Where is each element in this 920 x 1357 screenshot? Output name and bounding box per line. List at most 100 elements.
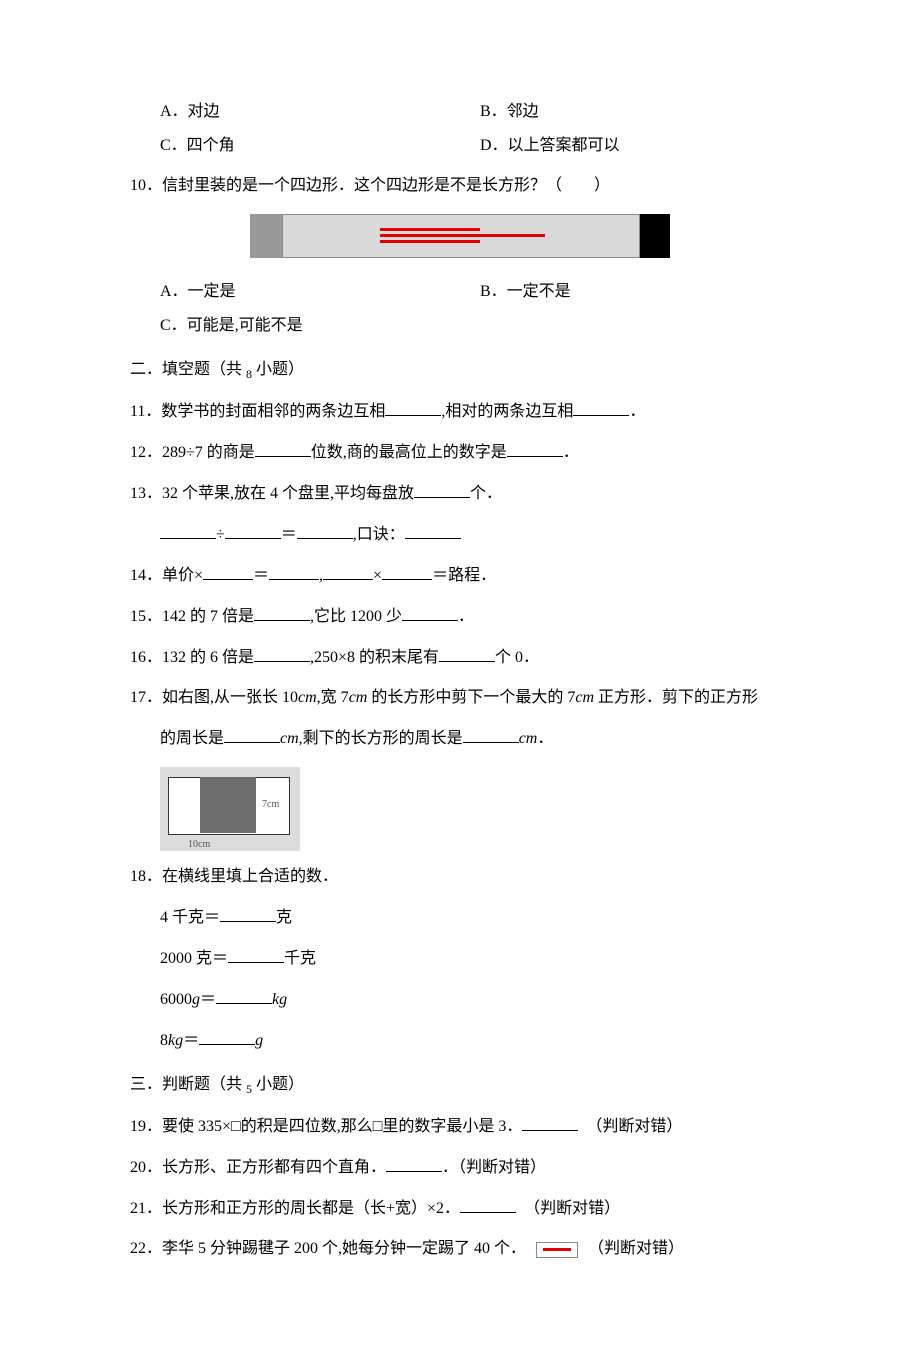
q17-cm1: cm bbox=[298, 689, 317, 706]
envelope-icon bbox=[250, 214, 670, 258]
section3-title-b: 小题） bbox=[252, 1076, 304, 1093]
q18-l3a: 6000 bbox=[160, 991, 192, 1008]
q17-d: 正方形．剪下的正方形 bbox=[594, 689, 758, 706]
q13-blank1[interactable] bbox=[414, 481, 470, 498]
q18-blank1[interactable] bbox=[220, 905, 276, 922]
q14-blank1[interactable] bbox=[203, 563, 253, 580]
q17-a: 17．如右图,从一张长 10 bbox=[130, 689, 298, 706]
q18-l1: 4 千克＝ 克 bbox=[130, 905, 790, 930]
q16-c: 个 0． bbox=[495, 649, 539, 666]
q13-b: 个． bbox=[470, 485, 502, 502]
q21-blank[interactable] bbox=[460, 1196, 516, 1213]
section2-title-a: 二．填空题（共 bbox=[130, 361, 246, 378]
q18-l3: 6000g＝ kg bbox=[130, 987, 790, 1012]
q17-e: 的周长是 bbox=[160, 730, 224, 747]
q14-blank3[interactable] bbox=[323, 563, 373, 580]
q9-options-row1: A．对边 B．邻边 bbox=[130, 100, 790, 124]
q17-cm5: cm bbox=[519, 730, 538, 747]
q12: 12．289÷7 的商是位数,商的最高位上的数字是． bbox=[130, 440, 790, 465]
q20-b: ．（判断对错） bbox=[442, 1159, 546, 1176]
q17-line2: 的周长是cm,剩下的长方形的周长是cm． bbox=[130, 726, 790, 751]
q12-c: ． bbox=[563, 444, 579, 461]
q18-l3kg: kg bbox=[272, 991, 287, 1008]
q17-fig-10cm: 10cm bbox=[188, 837, 210, 852]
q17-cm3: cm bbox=[575, 689, 594, 706]
q11-blank2[interactable] bbox=[573, 399, 629, 416]
q18-blank3[interactable] bbox=[216, 987, 272, 1004]
q17-line1: 17．如右图,从一张长 10cm,宽 7cm 的长方形中剪下一个最大的 7cm … bbox=[130, 686, 790, 710]
section3-title: 三．判断题（共 5 小题） bbox=[130, 1073, 790, 1098]
q18-l2: 2000 克＝千克 bbox=[130, 946, 790, 971]
q12-blank2[interactable] bbox=[507, 440, 563, 457]
q18-blank4[interactable] bbox=[199, 1028, 255, 1045]
q14-a: 14．单价× bbox=[130, 567, 203, 584]
q11-c: ． bbox=[629, 403, 645, 420]
q12-blank1[interactable] bbox=[255, 440, 311, 457]
q12-a: 12．289÷7 的商是 bbox=[130, 444, 255, 461]
q22-tf: （判断对错） bbox=[588, 1240, 684, 1257]
q10-option-c: C．可能是,可能不是 bbox=[160, 314, 480, 338]
q18-l1b: 克 bbox=[276, 909, 292, 926]
q14: 14．单价×＝,×＝路程． bbox=[130, 563, 790, 588]
q16-a: 16．132 的 6 倍是 bbox=[130, 649, 254, 666]
q22: 22．李华 5 分钟踢毽子 200 个,她每分钟一定踢了 40 个． （判断对错… bbox=[130, 1237, 790, 1261]
q13-blank3[interactable] bbox=[225, 522, 281, 539]
q14-e: ＝路程． bbox=[432, 567, 496, 584]
q20-blank[interactable] bbox=[386, 1155, 442, 1172]
q9-option-b: B．邻边 bbox=[480, 100, 800, 124]
q22-figure-icon bbox=[536, 1242, 578, 1258]
q17-blank1[interactable] bbox=[224, 726, 280, 743]
q21: 21．长方形和正方形的周长都是（长+宽）×2． （判断对错） bbox=[130, 1196, 790, 1221]
q17-c: 的长方形中剪下一个最大的 7 bbox=[367, 689, 575, 706]
section2-title: 二．填空题（共 8 小题） bbox=[130, 358, 790, 383]
q14-b: ＝ bbox=[253, 567, 269, 584]
q14-d: × bbox=[373, 567, 382, 584]
q19: 19．要使 335×□的积是四位数,那么□里的数字最小是 3． （判断对错） bbox=[130, 1114, 790, 1139]
q18-l3g: g bbox=[192, 991, 200, 1008]
q10-option-b: B．一定不是 bbox=[480, 280, 800, 304]
section2-title-b: 小题） bbox=[252, 361, 304, 378]
q14-blank2[interactable] bbox=[269, 563, 319, 580]
q13-blank2[interactable] bbox=[160, 522, 216, 539]
q17-g: ． bbox=[537, 730, 553, 747]
q13-c2: ＝ bbox=[281, 526, 297, 543]
q18-l1a: 4 千克＝ bbox=[160, 909, 220, 926]
q13-c1: ÷ bbox=[216, 526, 225, 543]
q17-cm4: cm bbox=[280, 730, 299, 747]
q17-f: ,剩下的长方形的周长是 bbox=[299, 730, 463, 747]
q13-blank5[interactable] bbox=[405, 522, 461, 539]
q15: 15．142 的 7 倍是 ,它比 1200 少 ． bbox=[130, 604, 790, 629]
q18-l4kg: kg bbox=[168, 1032, 183, 1049]
q22-a: 22．李华 5 分钟踢毽子 200 个,她每分钟一定踢了 40 个． bbox=[130, 1240, 526, 1257]
q9-option-c: C．四个角 bbox=[160, 134, 480, 158]
q15-a: 15．142 的 7 倍是 bbox=[130, 608, 254, 625]
q11-blank1[interactable] bbox=[385, 399, 441, 416]
q17-fig-7cm: 7cm bbox=[262, 797, 279, 812]
q15-c: ． bbox=[458, 608, 474, 625]
q17-cm2: cm bbox=[349, 689, 368, 706]
q15-b: ,它比 1200 少 bbox=[310, 608, 402, 625]
q9-option-a: A．对边 bbox=[160, 100, 480, 124]
q11-a: 11．数学书的封面相邻的两条边互相 bbox=[130, 403, 385, 420]
q18-blank2[interactable] bbox=[228, 946, 284, 963]
q14-blank4[interactable] bbox=[382, 563, 432, 580]
q21-tf: （判断对错） bbox=[532, 1200, 620, 1217]
q19-blank[interactable] bbox=[522, 1114, 578, 1131]
q16-blank1[interactable] bbox=[254, 645, 310, 662]
q10-option-a: A．一定是 bbox=[160, 280, 480, 304]
q18-l2a: 2000 克＝ bbox=[160, 950, 228, 967]
q13-line1: 13．32 个苹果,放在 4 个盘里,平均每盘放个． bbox=[130, 481, 790, 506]
q15-blank1[interactable] bbox=[254, 604, 310, 621]
q9-options-row2: C．四个角 D．以上答案都可以 bbox=[130, 134, 790, 158]
q13-blank4[interactable] bbox=[297, 522, 353, 539]
q16-blank2[interactable] bbox=[439, 645, 495, 662]
q18-l4: 8kg＝g bbox=[130, 1028, 790, 1053]
q10-options-row2: C．可能是,可能不是 bbox=[130, 314, 790, 338]
q18-stem: 18．在横线里填上合适的数． bbox=[130, 865, 790, 889]
q17-blank2[interactable] bbox=[463, 726, 519, 743]
q13-line2: ÷ ＝ ,口诀： bbox=[130, 522, 790, 547]
q10-stem: 10．信封里装的是一个四边形．这个四边形是不是长方形？（ ） bbox=[130, 174, 790, 198]
q13-c3: ,口诀： bbox=[353, 526, 405, 543]
q15-blank2[interactable] bbox=[402, 604, 458, 621]
q18-l3eq: ＝ bbox=[200, 991, 216, 1008]
